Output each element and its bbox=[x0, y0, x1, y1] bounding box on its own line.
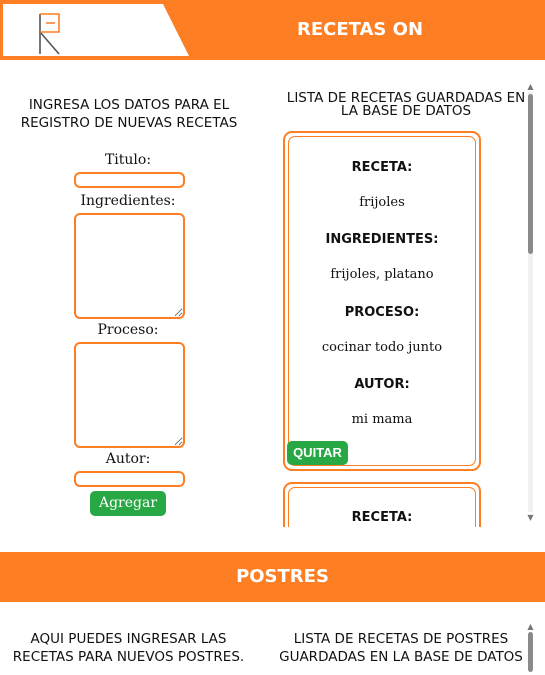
scrollbar-thumb[interactable] bbox=[528, 94, 533, 254]
titulo-label: Titulo: bbox=[104, 152, 152, 168]
proceso-label: Proceso: bbox=[97, 322, 159, 338]
receta-value: frijoles bbox=[359, 195, 405, 210]
recetas-section: INGRESA LOS DATOS PARA EL REGISTRO DE NU… bbox=[0, 60, 545, 527]
proceso-textarea[interactable] bbox=[74, 342, 185, 448]
list-heading: LISTA DE RECETAS GUARDADAS EN LA BASE DE… bbox=[286, 90, 526, 119]
logo-panel bbox=[3, 4, 189, 56]
autor-card-label: AUTOR: bbox=[354, 377, 410, 392]
postres-section: AQUI PUEDES INGRESAR LAS RECETAS PARA NU… bbox=[0, 602, 545, 675]
ingredientes-card-label: INGREDIENTES: bbox=[325, 232, 439, 247]
app-header: RECETAS ON bbox=[0, 0, 545, 60]
postres-header: POSTRES bbox=[0, 552, 545, 602]
ingredientes-label: Ingredientes: bbox=[80, 193, 176, 209]
receta-label: RECETA: bbox=[351, 510, 413, 525]
proceso-value: cocinar todo junto bbox=[321, 340, 443, 355]
app-title: RECETAS ON bbox=[296, 19, 424, 40]
scroll-up-icon[interactable]: ▲ bbox=[526, 82, 535, 91]
postres-title: POSTRES bbox=[236, 566, 329, 587]
agregar-button[interactable]: Agregar bbox=[90, 491, 166, 516]
postres-form-heading: AQUI PUEDES INGRESAR LAS RECETAS PARA NU… bbox=[12, 631, 245, 665]
recipe-card: RECETA: bbox=[283, 482, 481, 527]
quitar-button[interactable]: QUITAR bbox=[287, 441, 348, 465]
postres-scrollbar[interactable]: ▲ bbox=[526, 622, 535, 675]
postres-list-heading: LISTA DE RECETAS DE POSTRES GUARDADAS EN… bbox=[279, 631, 523, 665]
autor-label: Autor: bbox=[105, 451, 151, 467]
scroll-down-icon[interactable]: ▼ bbox=[526, 513, 535, 522]
recipe-card: RECETA: frijoles INGREDIENTES: frijoles,… bbox=[283, 131, 481, 471]
recipe-list: LISTA DE RECETAS GUARDADAS EN LA BASE DE… bbox=[260, 60, 530, 527]
recipe-form: INGRESA LOS DATOS PARA EL REGISTRO DE NU… bbox=[0, 60, 256, 527]
receta-label: RECETA: bbox=[351, 160, 413, 175]
scrollbar-thumb[interactable] bbox=[528, 632, 533, 672]
autor-value: mi mama bbox=[351, 412, 413, 427]
autor-input[interactable] bbox=[74, 471, 185, 487]
logo-icon bbox=[39, 13, 60, 55]
ingredientes-textarea[interactable] bbox=[74, 213, 185, 319]
scroll-up-icon[interactable]: ▲ bbox=[526, 622, 535, 631]
list-scrollbar[interactable]: ▲ ▼ bbox=[526, 82, 535, 522]
proceso-card-label: PROCESO: bbox=[344, 305, 420, 320]
ingredientes-value: frijoles, platano bbox=[330, 267, 434, 282]
titulo-input[interactable] bbox=[74, 172, 185, 188]
form-heading: INGRESA LOS DATOS PARA EL REGISTRO DE NU… bbox=[20, 97, 238, 131]
